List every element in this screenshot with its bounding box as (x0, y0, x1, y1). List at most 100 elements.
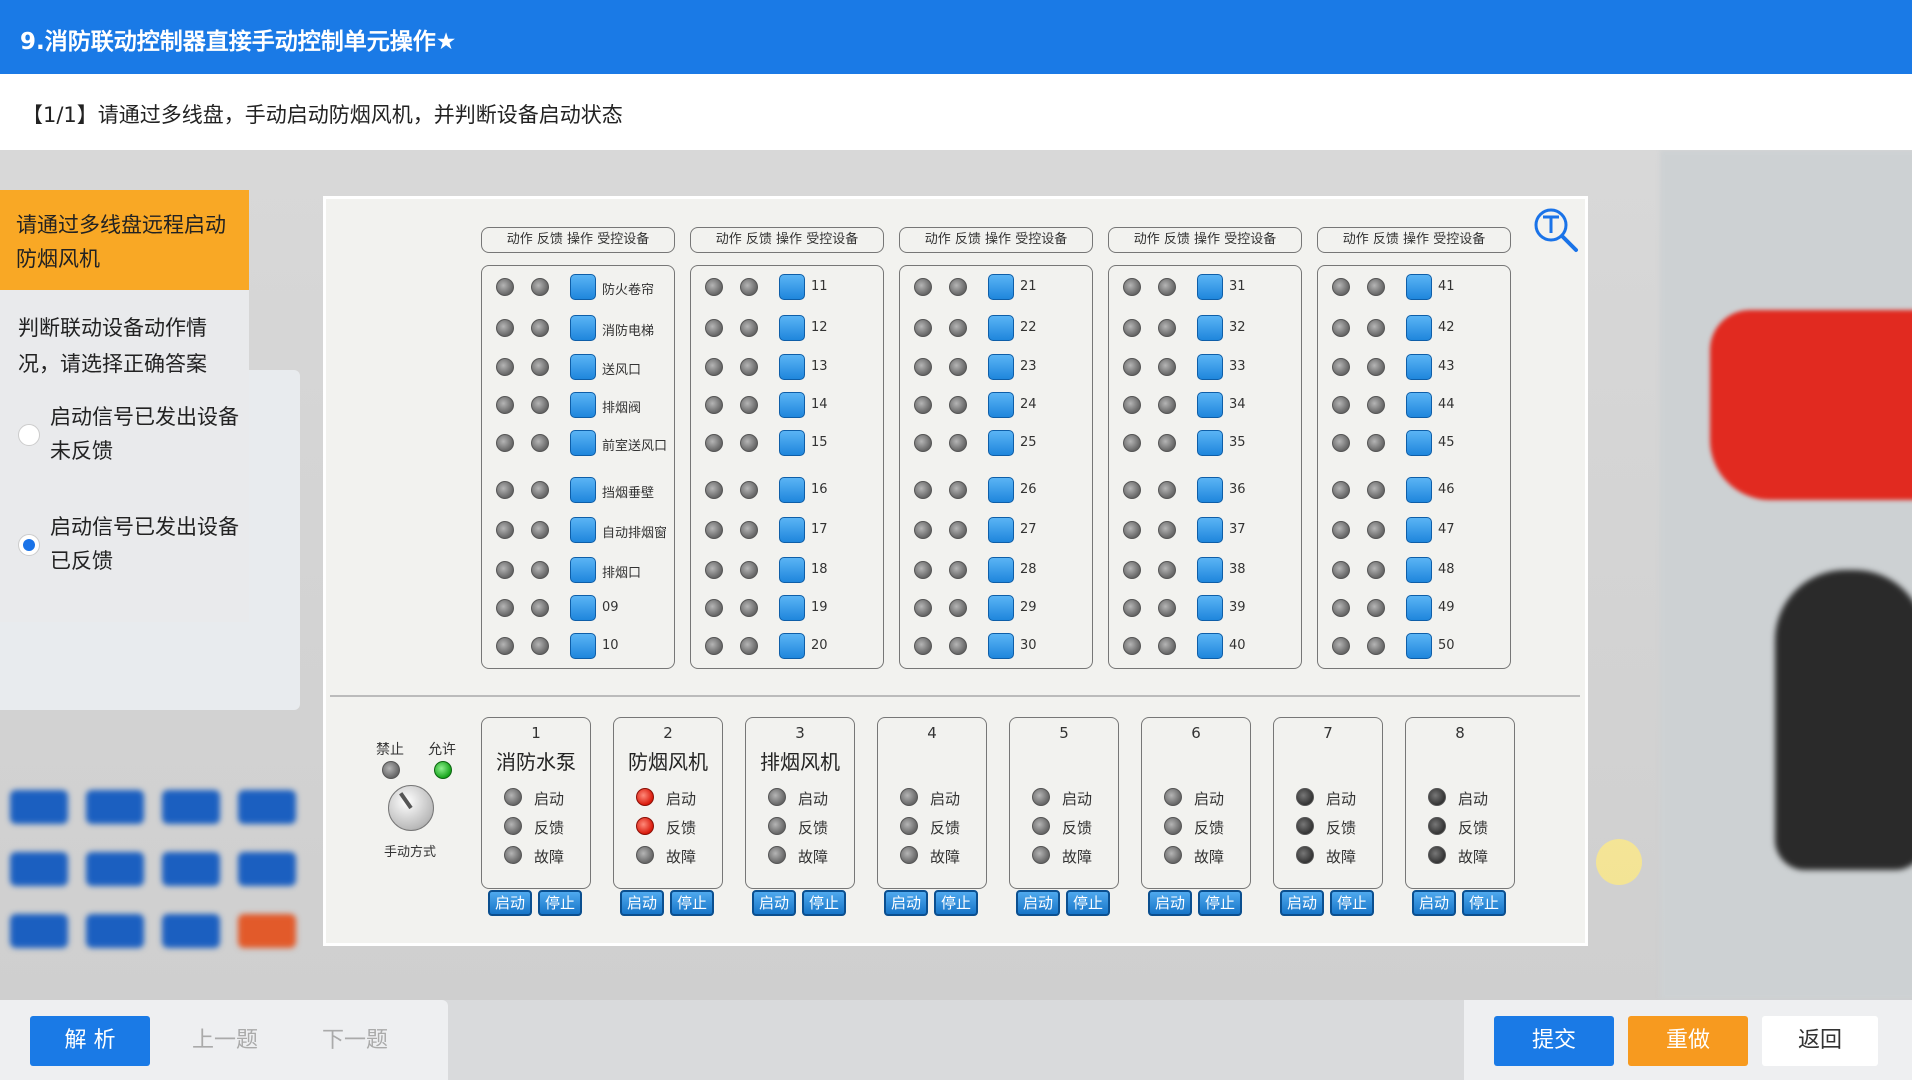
device-operate-button[interactable] (1406, 315, 1432, 341)
device-label: 14 (811, 397, 828, 412)
back-button[interactable]: 返回 (1762, 1016, 1878, 1066)
device-operate-button[interactable] (1197, 477, 1223, 503)
device-operate-button[interactable] (570, 430, 596, 456)
action-led (914, 278, 932, 296)
unit-name: 防烟风机 (628, 750, 708, 774)
device-operate-button[interactable] (988, 477, 1014, 503)
mode-knob[interactable] (388, 785, 434, 831)
radio-option-1[interactable] (18, 424, 40, 446)
device-operate-button[interactable] (570, 274, 596, 300)
device-operate-button[interactable] (988, 274, 1014, 300)
device-operate-button[interactable] (570, 517, 596, 543)
feedback-led (740, 637, 758, 655)
unit-stop-button[interactable]: 停止 (802, 890, 846, 916)
device-operate-button[interactable] (1197, 557, 1223, 583)
analysis-button[interactable]: 解 析 (30, 1016, 150, 1066)
unit-number: 2 (663, 724, 673, 742)
unit-start-button[interactable]: 启动 (1016, 890, 1060, 916)
device-operate-button[interactable] (779, 430, 805, 456)
unit-start-button[interactable]: 启动 (1412, 890, 1456, 916)
device-label: 42 (1438, 320, 1455, 335)
device-operate-button[interactable] (1406, 557, 1432, 583)
device-operate-button[interactable] (988, 557, 1014, 583)
device-operate-button[interactable] (988, 392, 1014, 418)
device-operate-button[interactable] (570, 354, 596, 380)
device-operate-button[interactable] (988, 315, 1014, 341)
device-operate-button[interactable] (779, 477, 805, 503)
device-operate-button[interactable] (779, 354, 805, 380)
device-operate-button[interactable] (570, 477, 596, 503)
device-operate-button[interactable] (1197, 315, 1223, 341)
device-operate-button[interactable] (1197, 274, 1223, 300)
device-operate-button[interactable] (1197, 354, 1223, 380)
device-operate-button[interactable] (779, 274, 805, 300)
unit-start-button[interactable]: 启动 (752, 890, 796, 916)
unit-stop-button[interactable]: 停止 (538, 890, 582, 916)
task-active-step[interactable]: 请通过多线盘远程启动防烟风机 (0, 190, 249, 290)
answer-option-2[interactable]: 启动信号已发出设备已反馈 (18, 510, 240, 580)
device-operate-button[interactable] (1406, 354, 1432, 380)
device-operate-button[interactable] (1197, 517, 1223, 543)
device-operate-button[interactable] (570, 595, 596, 621)
question-text: 【1/1】请通过多线盘，手动启动防烟风机，并判断设备启动状态 (22, 103, 623, 127)
unit-fault-led (1032, 846, 1050, 864)
device-operate-button[interactable] (570, 315, 596, 341)
redo-button[interactable]: 重做 (1628, 1016, 1748, 1066)
device-operate-button[interactable] (779, 633, 805, 659)
column-header: 动作 反馈 操作 受控设备 (899, 227, 1093, 253)
device-operate-button[interactable] (988, 430, 1014, 456)
device-operate-button[interactable] (1406, 595, 1432, 621)
unit-stop-button[interactable]: 停止 (1462, 890, 1506, 916)
unit-start-label: 启动 (930, 790, 961, 808)
unit-start-led (1032, 788, 1050, 806)
device-row: 防火卷帘 (482, 270, 676, 306)
device-operate-button[interactable] (1197, 392, 1223, 418)
unit-start-label: 启动 (1194, 790, 1225, 808)
prev-question-button[interactable]: 上一题 (170, 1016, 280, 1066)
submit-button[interactable]: 提交 (1494, 1016, 1614, 1066)
device-operate-button[interactable] (779, 392, 805, 418)
unit-stop-button[interactable]: 停止 (1066, 890, 1110, 916)
device-operate-button[interactable] (779, 557, 805, 583)
device-operate-button[interactable] (779, 595, 805, 621)
device-operate-button[interactable] (988, 633, 1014, 659)
action-led (1123, 434, 1141, 452)
zoom-in-icon[interactable] (1531, 205, 1581, 255)
device-operate-button[interactable] (1406, 633, 1432, 659)
device-operate-button[interactable] (988, 517, 1014, 543)
unit-start-button[interactable]: 启动 (620, 890, 664, 916)
next-question-button[interactable]: 下一题 (300, 1016, 410, 1066)
device-operate-button[interactable] (1197, 633, 1223, 659)
device-operate-button[interactable] (570, 633, 596, 659)
radio-option-2[interactable] (18, 534, 40, 556)
device-operate-button[interactable] (1406, 477, 1432, 503)
device-operate-button[interactable] (1406, 392, 1432, 418)
unit-start-button[interactable]: 启动 (1148, 890, 1192, 916)
device-operate-button[interactable] (1406, 274, 1432, 300)
device-operate-button[interactable] (570, 557, 596, 583)
action-led (705, 278, 723, 296)
device-operate-button[interactable] (779, 517, 805, 543)
device-label: 35 (1229, 435, 1246, 450)
device-operate-button[interactable] (988, 354, 1014, 380)
unit-start-button[interactable]: 启动 (488, 890, 532, 916)
answer-option-1[interactable]: 启动信号已发出设备未反馈 (18, 400, 240, 470)
feedback-led (949, 637, 967, 655)
device-operate-button[interactable] (1197, 430, 1223, 456)
device-operate-button[interactable] (1406, 430, 1432, 456)
device-operate-button[interactable] (1197, 595, 1223, 621)
device-operate-button[interactable] (1406, 517, 1432, 543)
unit-stop-button[interactable]: 停止 (670, 890, 714, 916)
unit-start-button[interactable]: 启动 (1280, 890, 1324, 916)
manual-mode-switch[interactable]: 禁止 允许 手动方式 (366, 739, 486, 860)
device-operate-button[interactable] (988, 595, 1014, 621)
unit-stop-button[interactable]: 停止 (934, 890, 978, 916)
device-operate-button[interactable] (779, 315, 805, 341)
unit-stop-button[interactable]: 停止 (1330, 890, 1374, 916)
feedback-led (949, 434, 967, 452)
device-operate-button[interactable] (570, 392, 596, 418)
unit-start-button[interactable]: 启动 (884, 890, 928, 916)
unit-stop-button[interactable]: 停止 (1198, 890, 1242, 916)
unit-start-led (504, 788, 522, 806)
device-label: 22 (1020, 320, 1037, 335)
